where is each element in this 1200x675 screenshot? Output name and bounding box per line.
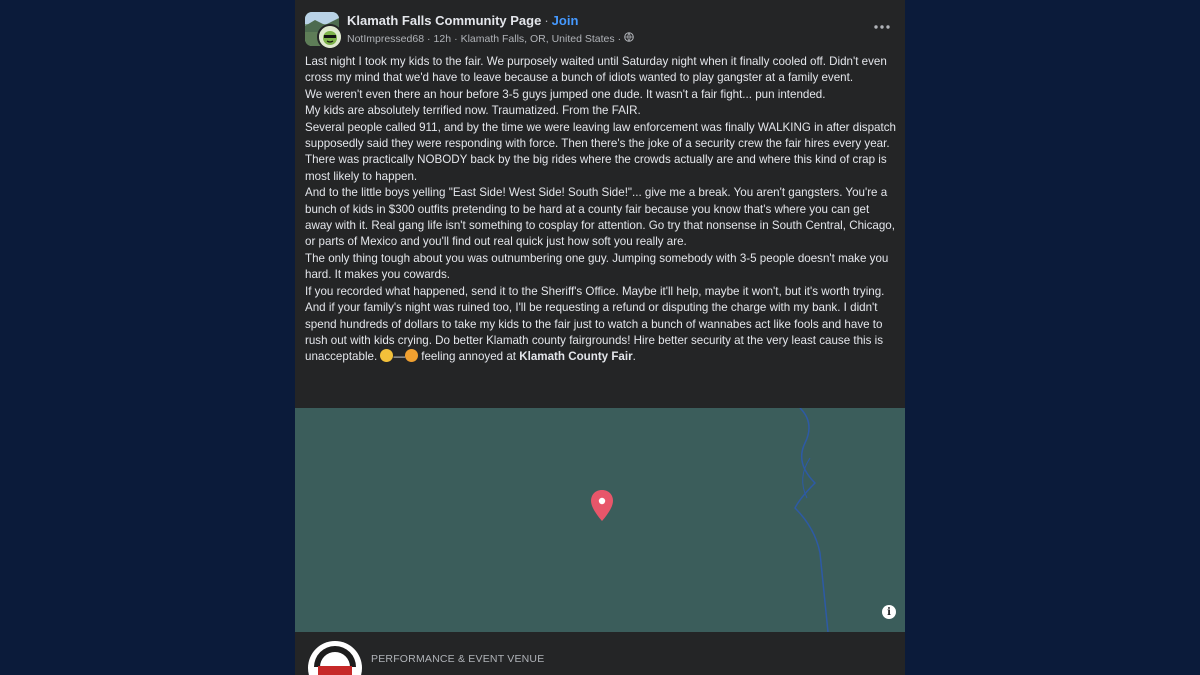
meta-separator: ·	[617, 32, 622, 45]
post-body: Last night I took my kids to the fair. W…	[305, 54, 897, 366]
river-line	[794, 408, 829, 632]
post-card: Klamath Falls Community Page · Join NotImp…	[295, 0, 905, 675]
globe-icon	[624, 32, 634, 45]
unamused-emoji-icon	[380, 349, 394, 363]
place-link[interactable]: Klamath County Fair	[519, 350, 632, 363]
author-name-link[interactable]: NotImpressed68	[347, 33, 424, 45]
post-paragraph: Several people called 911, and by the ti…	[305, 120, 896, 183]
meta-separator: ·	[454, 32, 458, 45]
map-info-button[interactable]: i	[882, 605, 896, 619]
feeling-end: .	[632, 350, 636, 364]
post-header: Klamath Falls Community Page · Join NotImp…	[295, 0, 905, 52]
angry-emoji-icon	[405, 349, 419, 363]
post-paragraph: Last night I took my kids to the fair. W…	[305, 55, 887, 85]
post-time-link[interactable]: 12h	[434, 33, 452, 45]
emoji-dash: —	[393, 350, 406, 364]
more-options-button[interactable]	[871, 16, 893, 38]
post-paragraph: We weren't even there an hour before 3-5…	[305, 87, 826, 101]
author-avatar[interactable]	[317, 24, 343, 50]
post-paragraph: If you recorded what happened, send it t…	[305, 284, 885, 298]
post-paragraph: The only thing tough about you was outnu…	[305, 251, 889, 282]
meta-separator: ·	[427, 32, 431, 45]
venue-category: PERFORMANCE & EVENT VENUE	[371, 653, 545, 665]
venue-logo	[308, 641, 362, 675]
venue-card[interactable]: PERFORMANCE & EVENT VENUE	[295, 632, 905, 675]
post-meta: NotImpressed68 · 12h · Klamath Falls, OR…	[347, 32, 634, 45]
join-button[interactable]: Join	[552, 13, 579, 28]
title-separator: ·	[544, 13, 549, 28]
post-last-paragraph: And if your family's night was ruined to…	[305, 300, 897, 366]
more-options-icon	[874, 25, 890, 29]
post-paragraph: And to the little boys yelling "East Sid…	[305, 186, 895, 249]
location-map[interactable]: i	[295, 408, 905, 632]
author-avatar-image	[319, 26, 341, 48]
feeling-text: feeling annoyed at	[418, 350, 520, 364]
location-link[interactable]: Klamath Falls, OR, United States	[461, 33, 615, 45]
post-paragraph: My kids are absolutely terrified now. Tr…	[305, 104, 641, 118]
fair-logo-image	[309, 642, 361, 675]
map-pin-icon[interactable]	[590, 490, 614, 522]
group-title-line: Klamath Falls Community Page · Join	[347, 13, 578, 28]
group-name-link[interactable]: Klamath Falls Community Page	[347, 13, 541, 28]
